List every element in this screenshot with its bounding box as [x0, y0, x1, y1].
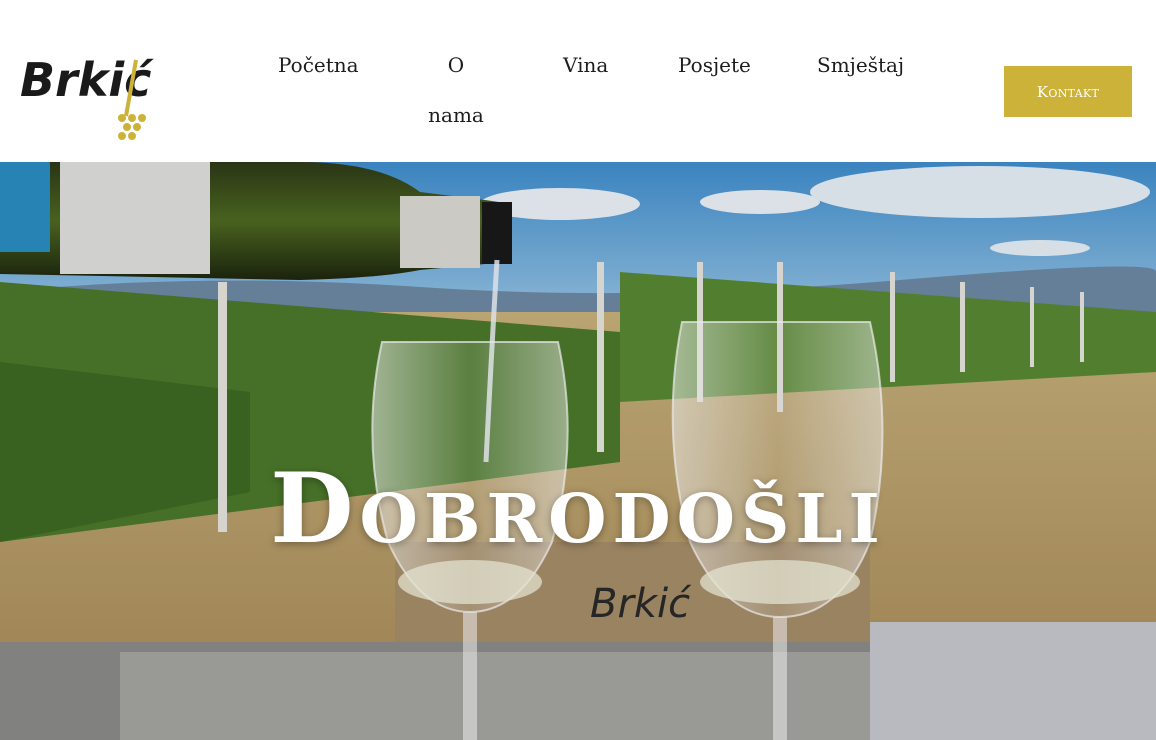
nav-item-o-nama[interactable]: O nama	[424, 40, 488, 140]
nav-item-vina[interactable]: Vina	[563, 40, 608, 90]
nav-item-posjete[interactable]: Posjete	[678, 40, 751, 90]
hero-banner: Brkić Dobrodošli	[0, 162, 1156, 740]
nav-item-smjestaj[interactable]: Smještaj	[817, 40, 904, 90]
site-header: Brkić Početna O nama Vina Posjete Smješt…	[0, 0, 1156, 162]
vineyard-wine-pour-image: Brkić	[0, 162, 1156, 740]
brand-logo[interactable]: Brkić	[18, 38, 173, 148]
nav-item-pocetna[interactable]: Početna	[278, 40, 359, 90]
brkic-logo-icon: Brkić	[20, 53, 154, 140]
hero-title: Dobrodošli	[270, 452, 886, 565]
kontakt-button[interactable]: Kontakt	[1004, 66, 1132, 117]
